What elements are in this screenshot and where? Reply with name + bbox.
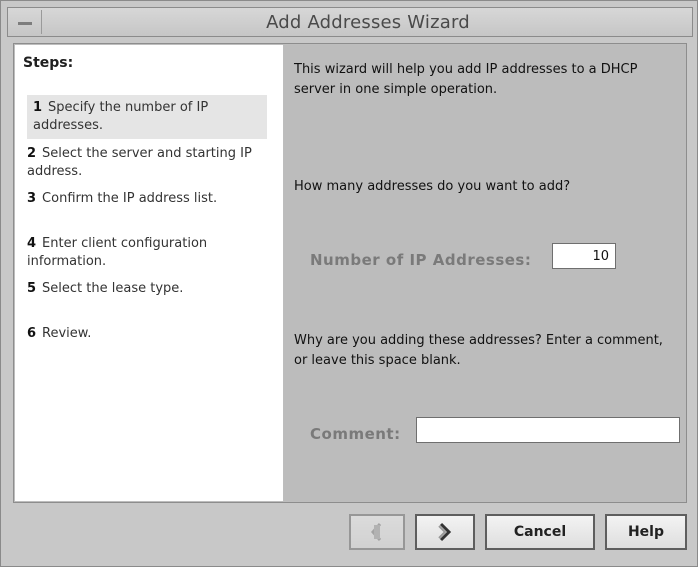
- comment-label: Comment:: [310, 425, 401, 443]
- next-arrow-icon: [438, 522, 452, 542]
- steps-panel: Steps: 1 Specify the number of IP address…: [15, 45, 283, 501]
- window-menu-icon: [18, 22, 32, 25]
- button-bar: Cancel Help: [13, 506, 687, 556]
- number-label: Number of IP Addresses:: [310, 251, 532, 269]
- step-label: Review.: [42, 326, 92, 341]
- wizard-content: Steps: 1 Specify the number of IP address…: [13, 43, 687, 503]
- step-number: 2: [27, 146, 37, 161]
- step-item-4: 4 Enter client configuration information.: [27, 235, 273, 271]
- step-label: Select the lease type.: [42, 281, 184, 296]
- step-number: 3: [27, 191, 37, 206]
- wizard-window: Add Addresses Wizard Steps: 1 Specify the…: [0, 0, 698, 567]
- step-number: 6: [27, 326, 37, 341]
- back-arrow-icon: [371, 523, 382, 541]
- step-number: 4: [27, 236, 37, 251]
- step-label: Specify the number of IP addresses.: [33, 100, 209, 133]
- step-item-1: 1 Specify the number of IP addresses.: [27, 95, 267, 139]
- window-title: Add Addresses Wizard: [266, 12, 470, 33]
- question-text: How many addresses do you want to add?: [294, 179, 571, 194]
- comment-input[interactable]: [416, 417, 680, 443]
- step-item-6: 6 Review.: [27, 325, 273, 343]
- number-of-ip-addresses-input[interactable]: [552, 243, 616, 269]
- step-number: 1: [33, 100, 43, 115]
- step-number: 5: [27, 281, 37, 296]
- back-button[interactable]: [349, 514, 405, 550]
- step-label: Confirm the IP address list.: [42, 191, 218, 206]
- step-item-3: 3 Confirm the IP address list.: [27, 190, 273, 208]
- step-item-2: 2 Select the server and starting IP addre…: [27, 145, 273, 181]
- help-button[interactable]: Help: [605, 514, 687, 550]
- step-label: Select the server and starting IP addres…: [27, 146, 252, 179]
- steps-title: Steps:: [23, 55, 74, 71]
- intro-text: This wizard will help you add IP address…: [294, 62, 638, 97]
- title-bar[interactable]: Add Addresses Wizard: [7, 7, 693, 37]
- step-item-5: 5 Select the lease type.: [27, 280, 273, 298]
- next-button[interactable]: [415, 514, 475, 550]
- cancel-button[interactable]: Cancel: [485, 514, 595, 550]
- comment-prompt: Why are you adding these addresses? Ente…: [294, 333, 663, 368]
- wizard-main: This wizard will help you add IP address…: [284, 45, 686, 501]
- step-label: Enter client configuration information.: [27, 236, 208, 269]
- window-menu-button[interactable]: [10, 10, 42, 34]
